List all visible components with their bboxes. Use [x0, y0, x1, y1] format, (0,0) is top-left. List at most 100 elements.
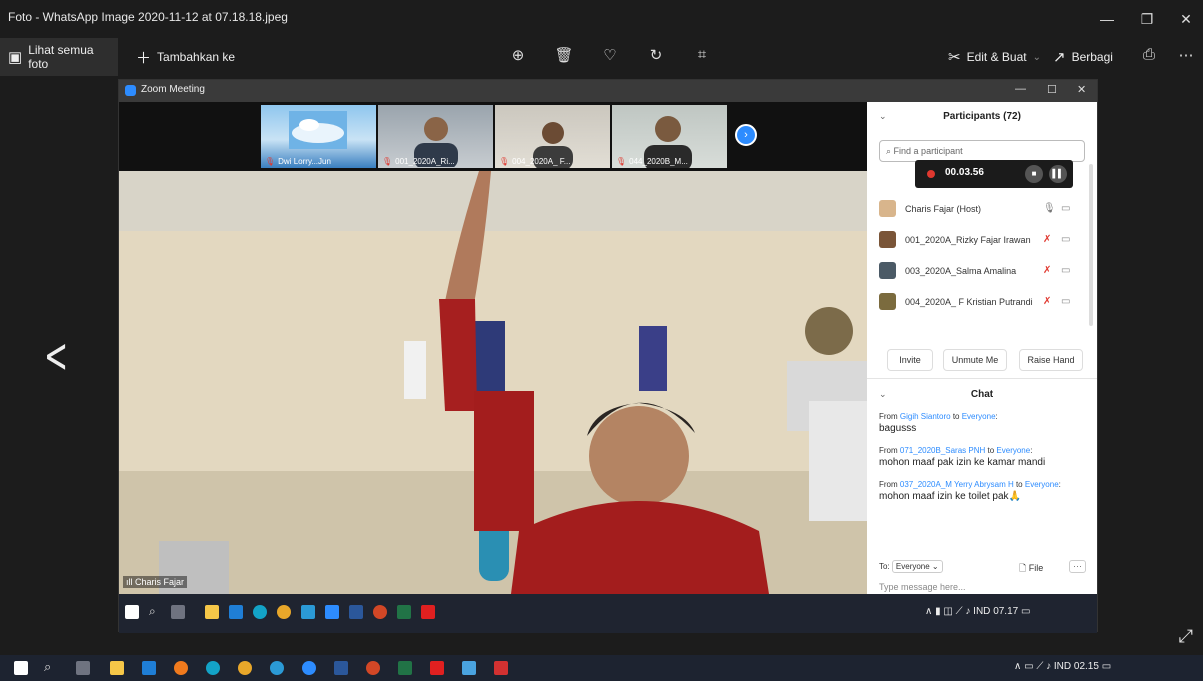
notification-icon[interactable]: ▭ [1102, 661, 1111, 672]
plus-icon: ＋ [136, 49, 152, 67]
video-thumbnail[interactable]: 🎙 004_2020A_ F... [495, 105, 610, 168]
minimize-button[interactable]: — [1092, 6, 1122, 32]
photo-toolbar: ▣ Lihat semua foto ＋ Tambahkan ke ⊕ 🗑 ♡ … [0, 38, 1203, 76]
gallery-icon: ▣ [8, 49, 23, 66]
windows-taskbar: ⌕ ∧ ▭ ⟋ ♪ IND 02.15 ▭ [0, 655, 1203, 681]
clock[interactable]: 02.15 [1074, 661, 1099, 672]
excel-icon[interactable] [398, 661, 412, 675]
powerpoint-icon[interactable] [366, 661, 380, 675]
chrome-icon [277, 605, 291, 619]
zoom-in-icon[interactable]: ⊕ [506, 46, 530, 68]
print-icon[interactable]: ⎙ [1137, 46, 1161, 68]
record-indicator-icon [927, 170, 935, 178]
stop-recording-button[interactable]: ■ [1025, 165, 1043, 183]
zoom-close-icon[interactable]: ✕ [1077, 83, 1086, 96]
photos-icon[interactable] [462, 661, 476, 675]
share-button[interactable]: ↗ Berbagi [1045, 38, 1121, 76]
thumbnail-name: 🎙 044_2020B_M... [616, 157, 688, 166]
previous-photo-arrow-icon[interactable]: < [44, 328, 68, 384]
excel-icon [397, 605, 411, 619]
avatar [879, 262, 896, 279]
expand-icon[interactable]: ⤢ [1179, 626, 1193, 647]
language-indicator[interactable]: IND [1054, 661, 1071, 672]
camera-icon: ▭ [1061, 234, 1071, 245]
muted-microphone-icon: ✗ [1043, 265, 1052, 276]
camera-icon: ▭ [1061, 265, 1071, 276]
firefox-icon[interactable] [174, 661, 188, 675]
rotate-icon[interactable]: ↻ [644, 46, 668, 68]
zoom-window: Zoom Meeting — ☐ ✕ 🎙 Dwi Lorry...Jun 🎙 001… [118, 79, 1098, 633]
muted-microphone-icon: ✗ [1043, 296, 1052, 307]
chat-message: mohon maaf izin ke toilet pak🙏 [879, 491, 1021, 502]
crop-icon[interactable]: ⌗ [690, 46, 714, 68]
windows-start-icon [125, 605, 139, 619]
next-thumbnails-chevron-icon[interactable]: › [735, 124, 757, 146]
search-icon[interactable]: ⌕ [44, 659, 51, 675]
store-icon[interactable] [142, 661, 156, 675]
video-thumbnail[interactable]: 🎙 001_2020A_Ri... [378, 105, 493, 168]
participant-name: 004_2020A_ F Kristian Putrandi [905, 297, 1033, 307]
video-thumbnail[interactable]: 🎙 044_2020B_M... [612, 105, 727, 168]
edit-create-button[interactable]: ✂ Edit & Buat ⌄ [940, 38, 1049, 76]
trash-icon[interactable]: 🗑 [552, 46, 576, 68]
invite-button[interactable]: Invite [887, 349, 933, 371]
chat-message-input[interactable]: Type message here... [879, 582, 966, 592]
sky-image-icon [289, 111, 347, 149]
telegram-icon [301, 605, 315, 619]
word-icon[interactable] [334, 661, 348, 675]
zoom-app-icon[interactable] [302, 661, 316, 675]
participant-row[interactable]: 003_2020A_Salma Amalina ✗ ▭ [879, 260, 1085, 284]
participants-panel: ⌄ Participants (72) ⌕ Find a participant… [867, 102, 1097, 594]
share-label: Berbagi [1071, 50, 1113, 64]
participant-row[interactable]: 004_2020A_ F Kristian Putrandi ✗ ▭ [879, 291, 1085, 315]
inner-system-tray: ∧ ▮ ◫ ⟋ ♪ IND 07.17 ▭ [925, 606, 1031, 617]
raise-hand-button[interactable]: Raise Hand [1019, 349, 1083, 371]
participants-scrollbar[interactable] [1089, 164, 1093, 326]
window-title: Foto - WhatsApp Image 2020-11-12 at 07.1… [8, 10, 288, 24]
edge-icon[interactable] [206, 661, 220, 675]
participant-row[interactable]: 001_2020A_Rizky Fajar Irawan ✗ ▭ [879, 229, 1085, 253]
edge-icon [253, 605, 267, 619]
avatar [879, 293, 896, 310]
chat-message: bagusss [879, 423, 917, 434]
chat-sender-line: From Gigih Siantoro to Everyone: [879, 412, 998, 421]
file-button[interactable]: 🗋 File [1019, 561, 1043, 577]
store-icon [229, 605, 243, 619]
zoom-app-icon [325, 605, 339, 619]
more-icon[interactable]: ⋯ [1174, 46, 1198, 68]
see-all-photos-button[interactable]: ▣ Lihat semua foto [0, 38, 118, 76]
chrome-icon[interactable] [238, 661, 252, 675]
zoom-minimize-icon[interactable]: — [1015, 83, 1026, 95]
add-to-button[interactable]: ＋ Tambahkan ke [128, 38, 243, 76]
task-view-icon [171, 605, 185, 619]
folder-icon [205, 605, 219, 619]
edit-icon: ✂ [948, 49, 961, 66]
participant-search-input[interactable]: ⌕ Find a participant [879, 140, 1085, 162]
participant-row[interactable]: Charis Fajar (Host) 🎙 ▭ [879, 198, 1085, 222]
app-icon[interactable] [494, 661, 508, 675]
chat-sender-line: From 037_2020A_M Yerry Abrysam H to Ever… [879, 480, 1061, 489]
telegram-icon[interactable] [270, 661, 284, 675]
recording-time: 00.03.56 [945, 167, 984, 178]
title-bar: Foto - WhatsApp Image 2020-11-12 at 07.1… [0, 0, 1203, 38]
speaker-video-image-icon [119, 171, 867, 594]
task-view-icon[interactable] [76, 661, 90, 675]
acrobat-icon [421, 605, 435, 619]
windows-start-icon[interactable] [14, 661, 28, 675]
inner-taskbar: ⌕ ∧ ▮ ◫ ⟋ ♪ IND 07.17 ▭ [119, 594, 1097, 633]
chat-title: Chat [970, 389, 994, 400]
unmute-button[interactable]: Unmute Me [943, 349, 1007, 371]
chat-more-icon[interactable]: ⋯ [1069, 560, 1086, 573]
recipient-select[interactable]: Everyone ⌄ [891, 560, 943, 573]
heart-icon[interactable]: ♡ [598, 46, 622, 68]
zoom-title-bar: Zoom Meeting — ☐ ✕ [119, 80, 1097, 102]
restore-button[interactable]: ❐ [1132, 6, 1162, 32]
speaker-name: ıll Charis Fajar [123, 576, 188, 588]
acrobat-icon[interactable] [430, 661, 444, 675]
video-thumbnail[interactable]: 🎙 Dwi Lorry...Jun [261, 105, 376, 168]
pause-recording-button[interactable]: ▌▌ [1049, 165, 1067, 183]
close-button[interactable]: ✕ [1171, 6, 1201, 32]
folder-icon[interactable] [110, 661, 124, 675]
zoom-maximize-icon[interactable]: ☐ [1047, 83, 1057, 96]
thumbnail-name: 🎙 Dwi Lorry...Jun [265, 157, 331, 166]
